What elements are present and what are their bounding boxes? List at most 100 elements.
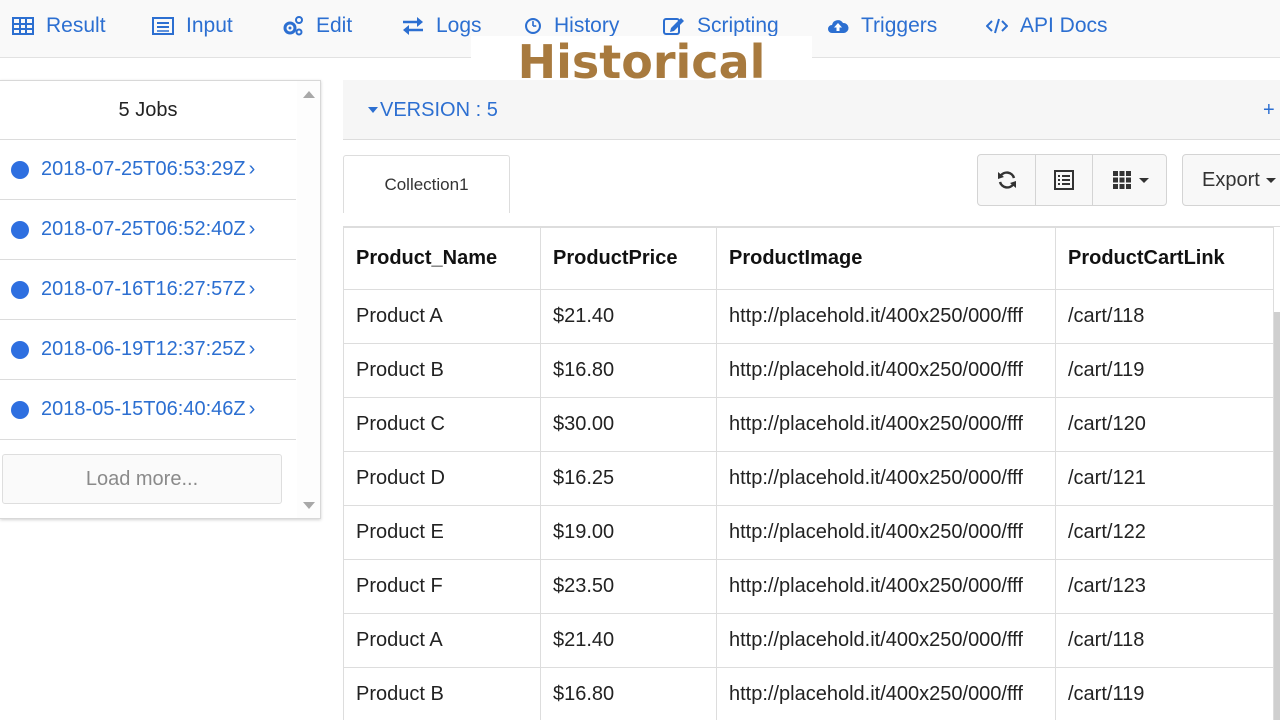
caret-down-icon	[1265, 177, 1276, 183]
refresh-icon	[997, 171, 1016, 189]
table-cell: Product D	[343, 451, 541, 506]
table-cell: /cart/123	[1055, 559, 1274, 614]
nav-item-logs[interactable]: Logs	[402, 0, 482, 52]
table-cell: /cart/122	[1055, 505, 1274, 560]
columns-dropdown-button[interactable]	[1093, 155, 1166, 205]
job-date: 2018-06-19T12:37:25Z	[41, 338, 246, 360]
table-cell: $16.25	[540, 451, 717, 506]
nav-item-label: Input	[186, 14, 233, 37]
nav-item-label: API Docs	[1020, 14, 1108, 37]
status-dot-icon	[11, 220, 29, 239]
table-cell: /cart/120	[1055, 397, 1274, 452]
th-icon	[1112, 171, 1131, 189]
table-cell: Product B	[343, 667, 541, 720]
status-dot-icon	[11, 280, 29, 299]
table-cell: http://placehold.it/400x250/000/fff	[716, 397, 1056, 452]
chevron-right-icon: ›	[248, 338, 256, 360]
add-version-button[interactable]: +	[1263, 80, 1275, 140]
job-item[interactable]: 2018-07-16T16:27:57Z ›	[0, 260, 296, 320]
table-cell: Product E	[343, 505, 541, 560]
caret-down-icon	[368, 107, 378, 113]
table-cell: /cart/121	[1055, 451, 1274, 506]
table-row: Product C $30.00 http://placehold.it/400…	[343, 397, 1274, 452]
table-cell: Product F	[343, 559, 541, 614]
table-cell: $19.00	[540, 505, 717, 560]
chevron-right-icon: ›	[248, 218, 256, 240]
table-cell: http://placehold.it/400x250/000/fff	[716, 451, 1056, 506]
table-cell: $21.40	[540, 289, 717, 344]
nav-item-triggers[interactable]: Triggers	[827, 0, 937, 52]
nav-item-input[interactable]: Input	[152, 0, 233, 52]
scroll-up-arrow-icon[interactable]	[303, 91, 315, 98]
nav-item-label: Edit	[316, 14, 353, 37]
job-item[interactable]: 2018-05-15T06:40:46Z ›	[0, 380, 296, 440]
code-icon	[986, 18, 1008, 34]
job-item[interactable]: 2018-07-25T06:52:40Z ›	[0, 200, 296, 260]
table-scrollbar[interactable]	[1274, 312, 1280, 720]
table-header-row: Product_Name ProductPrice ProductImage P…	[343, 227, 1274, 290]
table-cell: /cart/119	[1055, 343, 1274, 398]
jobs-panel: 5 Jobs 2018-07-25T06:53:29Z › 2018-07-25…	[0, 80, 321, 519]
scroll-down-arrow-icon[interactable]	[303, 502, 315, 509]
table-cell: $21.40	[540, 613, 717, 668]
tab-collection1[interactable]: Collection1	[343, 155, 510, 213]
table-cell: /cart/118	[1055, 289, 1274, 344]
export-label: Export	[1202, 168, 1260, 191]
job-date: 2018-05-15T06:40:46Z	[41, 398, 246, 420]
table-cell: http://placehold.it/400x250/000/fff	[716, 289, 1056, 344]
table-toolbar	[977, 154, 1167, 206]
status-dot-icon	[11, 340, 29, 359]
nav-item-result[interactable]: Result	[12, 0, 106, 52]
caret-down-icon	[1138, 177, 1149, 183]
column-header[interactable]: ProductPrice	[540, 227, 717, 290]
nav-item-edit[interactable]: Edit	[282, 0, 352, 52]
list-view-button[interactable]	[1036, 155, 1093, 205]
edit-icon	[663, 18, 684, 35]
table-cell: http://placehold.it/400x250/000/fff	[716, 667, 1056, 720]
jobs-scrollbar[interactable]	[297, 81, 320, 518]
job-date: 2018-07-25T06:53:29Z	[41, 158, 246, 180]
tab-label: Collection1	[384, 174, 469, 194]
version-label-text: VERSION : 5	[380, 98, 498, 121]
list-alt-icon	[1054, 170, 1074, 190]
export-button[interactable]: Export	[1182, 154, 1280, 206]
job-item[interactable]: 2018-07-25T06:53:29Z ›	[0, 140, 296, 200]
status-dot-icon	[11, 160, 29, 179]
table-cell: Product A	[343, 289, 541, 344]
column-header[interactable]: ProductImage	[716, 227, 1056, 290]
table-cell: Product B	[343, 343, 541, 398]
table-cell: http://placehold.it/400x250/000/fff	[716, 559, 1056, 614]
results-table: Product_Name ProductPrice ProductImage P…	[343, 227, 1274, 720]
table-cell: $30.00	[540, 397, 717, 452]
chevron-right-icon: ›	[248, 158, 256, 180]
exchange-icon	[403, 17, 423, 35]
table-icon	[12, 17, 34, 35]
jobs-count-header: 5 Jobs	[0, 81, 296, 140]
job-list: 2018-07-25T06:53:29Z › 2018-07-25T06:52:…	[0, 140, 296, 440]
nav-item-api-docs[interactable]: API Docs	[986, 0, 1108, 52]
chevron-right-icon: ›	[248, 398, 256, 420]
column-header[interactable]: Product_Name	[343, 227, 541, 290]
chevron-right-icon: ›	[248, 278, 256, 300]
table-cell: $16.80	[540, 343, 717, 398]
column-header[interactable]: ProductCartLink	[1055, 227, 1274, 290]
version-bar: VERSION : 5 +	[343, 80, 1280, 140]
results-table-container: Product_Name ProductPrice ProductImage P…	[343, 226, 1280, 720]
table-cell: $23.50	[540, 559, 717, 614]
nav-item-label: Triggers	[861, 14, 938, 37]
clock-icon	[525, 18, 541, 34]
table-cell: Product A	[343, 613, 541, 668]
nav-item-label: Logs	[436, 14, 482, 37]
job-date: 2018-07-25T06:52:40Z	[41, 218, 246, 240]
table-row: Product B $16.80 http://placehold.it/400…	[343, 343, 1274, 398]
refresh-button[interactable]	[978, 155, 1036, 205]
table-cell: $16.80	[540, 667, 717, 720]
table-cell: /cart/119	[1055, 667, 1274, 720]
load-more-button[interactable]: Load more...	[2, 454, 282, 504]
table-row: Product F $23.50 http://placehold.it/400…	[343, 559, 1274, 614]
job-item[interactable]: 2018-06-19T12:37:25Z ›	[0, 320, 296, 380]
table-row: Product D $16.25 http://placehold.it/400…	[343, 451, 1274, 506]
version-dropdown[interactable]: VERSION : 5	[368, 80, 498, 140]
table-cell: http://placehold.it/400x250/000/fff	[716, 613, 1056, 668]
status-dot-icon	[11, 400, 29, 419]
